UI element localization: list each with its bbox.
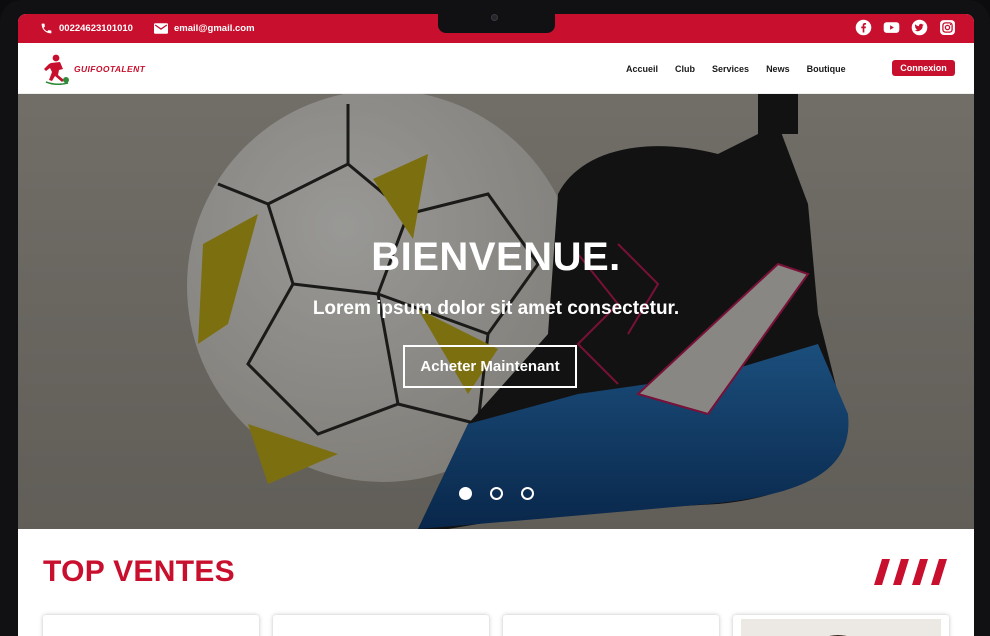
phone-icon — [41, 23, 52, 34]
instagram-icon[interactable] — [939, 19, 956, 36]
nav-item-news[interactable]: News — [766, 64, 790, 74]
connexion-button[interactable]: Connexion — [892, 60, 955, 76]
slide-dot-3[interactable] — [521, 487, 534, 500]
product-card-2[interactable] — [273, 615, 489, 636]
nav-item-club[interactable]: Club — [675, 64, 695, 74]
product-image — [43, 615, 259, 636]
mail-icon — [154, 23, 168, 34]
soccer-player-logo-icon — [44, 54, 69, 85]
email-address: email@gmail.com — [174, 23, 255, 34]
product-card-1[interactable] — [43, 615, 259, 636]
product-card-4[interactable] — [733, 615, 949, 636]
main-navbar: GUIFOOTALENT Accueil Club Services News … — [18, 43, 974, 94]
phone-contact[interactable]: 00224623101010 — [40, 14, 133, 43]
camera-icon — [491, 14, 498, 21]
brand-name: GUIFOOTALENT — [74, 64, 146, 74]
decorative-stripes-icon — [874, 559, 947, 585]
youtube-icon[interactable] — [883, 19, 900, 36]
nav-item-accueil[interactable]: Accueil — [626, 64, 658, 74]
social-links — [855, 19, 956, 36]
hero-slider: BIENVENUE. Lorem ipsum dolor sit amet co… — [18, 94, 974, 529]
nav-menu: Accueil Club Services News Boutique — [626, 43, 846, 94]
slide-dot-1[interactable] — [459, 487, 472, 500]
hero-subtitle: Lorem ipsum dolor sit amet consectetur. — [312, 298, 680, 319]
slider-dots — [459, 487, 534, 500]
product-image — [741, 619, 941, 636]
website-screen: 00224623101010 email@gmail.com GUIFOOTAL… — [18, 14, 974, 636]
top-ventes-section: TOP VENTES — [18, 529, 974, 636]
phone-number: 00224623101010 — [59, 23, 133, 34]
laptop-frame: 00224623101010 email@gmail.com GUIFOOTAL… — [0, 0, 990, 636]
product-card-3[interactable] — [503, 615, 719, 636]
nav-item-services[interactable]: Services — [712, 64, 749, 74]
email-contact[interactable]: email@gmail.com — [154, 14, 255, 43]
acheter-maintenant-button[interactable]: Acheter Maintenant — [403, 345, 577, 388]
slide-dot-2[interactable] — [490, 487, 503, 500]
camera-notch — [438, 12, 555, 33]
brand-logo[interactable]: GUIFOOTALENT — [42, 53, 145, 85]
facebook-icon[interactable] — [855, 19, 872, 36]
nav-item-boutique[interactable]: Boutique — [807, 64, 846, 74]
hero-title: BIENVENUE. — [371, 235, 621, 279]
twitter-icon[interactable] — [911, 19, 928, 36]
product-image — [368, 635, 378, 636]
section-title: TOP VENTES — [43, 555, 235, 588]
